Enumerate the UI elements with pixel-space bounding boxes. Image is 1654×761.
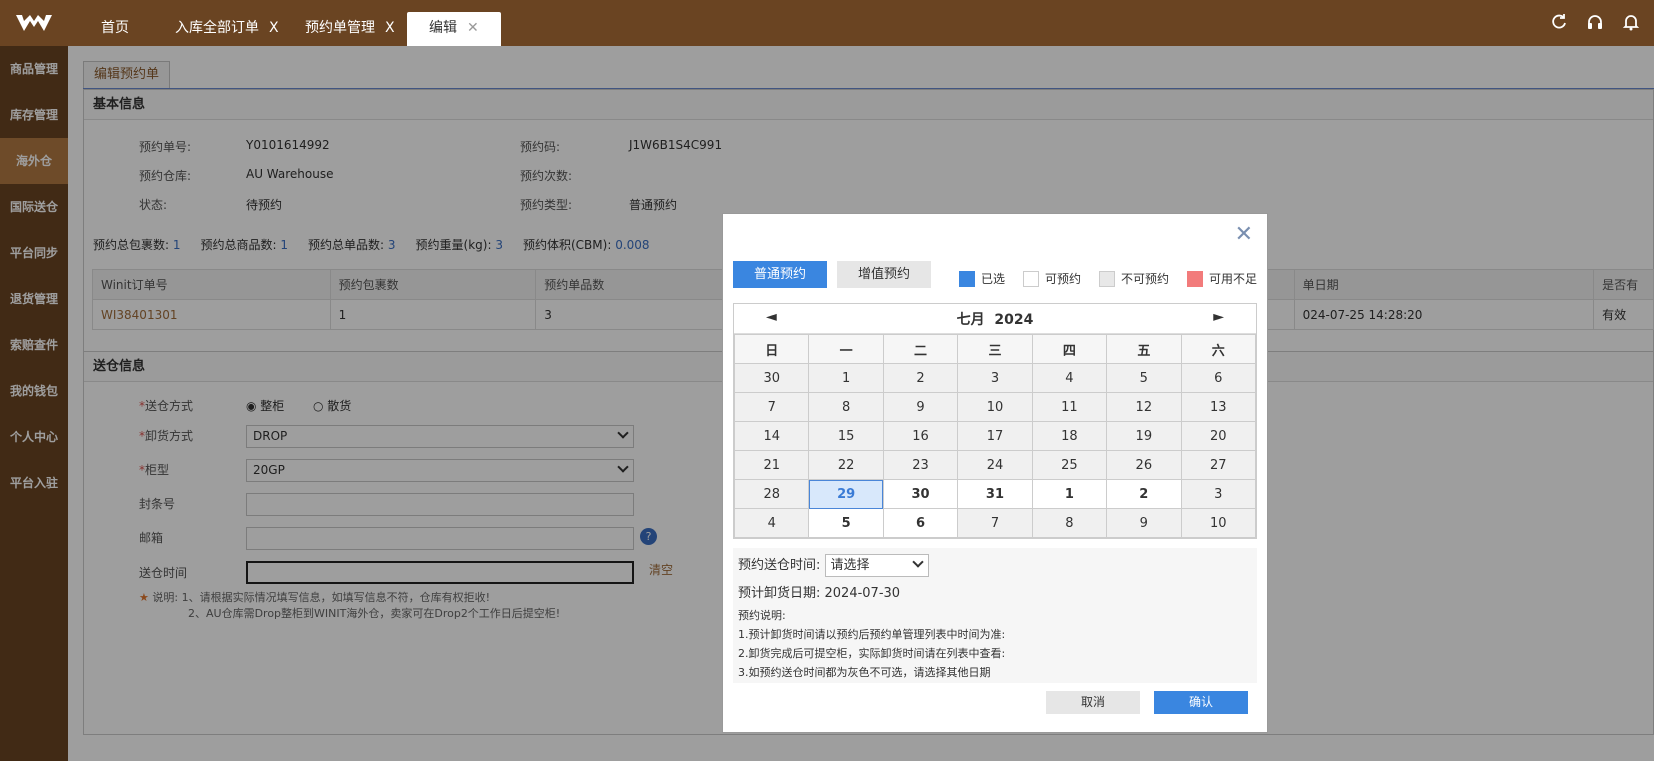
calendar-month-title: 七月 2024 xyxy=(956,312,1034,328)
reservation-details: 预约送仓时间: 请选择 预计卸货日期: 2024-07-30 预约说明: 1.预… xyxy=(733,548,1257,683)
tab-normal-reservation[interactable]: 普通预约 xyxy=(733,261,827,288)
weekday-label: 六 xyxy=(1180,334,1257,364)
calendar-day[interactable]: 15 xyxy=(808,421,884,451)
logo[interactable] xyxy=(0,0,68,46)
weekday-label: 四 xyxy=(1031,334,1108,364)
tab-inbound-orders[interactable]: 入库全部订单 X xyxy=(175,12,279,46)
note-item: 1.预计卸货时间请以预约后预约单管理列表中时间为准: xyxy=(738,628,1006,641)
calendar-day[interactable]: 12 xyxy=(1106,392,1182,422)
calendar-day[interactable]: 9 xyxy=(882,392,959,422)
calendar-day[interactable]: 7 xyxy=(733,392,810,422)
calendar-day-available[interactable]: 6 xyxy=(882,508,959,538)
legend-swatch-insufficient xyxy=(1187,270,1204,287)
calendar-day[interactable]: 5 xyxy=(1106,363,1182,393)
calendar-week: 14 15 16 17 18 19 20 xyxy=(733,421,1257,451)
calendar-day[interactable]: 28 xyxy=(733,479,810,509)
calendar-day-available[interactable]: 1 xyxy=(1031,479,1108,509)
time-select[interactable]: 请选择 xyxy=(824,554,929,577)
confirm-button[interactable]: 确认 xyxy=(1154,691,1248,714)
calendar-week: 4 5 6 7 8 9 10 xyxy=(733,508,1257,538)
calendar-day-available[interactable]: 31 xyxy=(957,479,1033,509)
calendar-day[interactable]: 4 xyxy=(733,508,810,538)
calendar-day[interactable]: 25 xyxy=(1031,450,1108,480)
weekday-row: 日 一 二 三 四 五 六 xyxy=(733,334,1257,364)
headset-icon[interactable] xyxy=(1586,13,1604,31)
note-item: 3.如预约送仓时间都为灰色不可选，请选择其他日期 xyxy=(738,666,991,679)
calendar-day[interactable]: 4 xyxy=(1031,363,1108,393)
calendar-day[interactable]: 2 xyxy=(882,363,959,393)
calendar-day[interactable]: 8 xyxy=(808,392,884,422)
calendar-day[interactable]: 7 xyxy=(957,508,1033,538)
calendar-day[interactable]: 26 xyxy=(1106,450,1182,480)
legend-swatch-selected xyxy=(959,270,975,287)
calendar: ◄ 七月 2024 ► 日 一 二 三 四 五 六 30 1 2 3 4 5 6 xyxy=(733,303,1257,539)
close-icon[interactable]: ✕ xyxy=(1235,222,1253,247)
weekday-label: 一 xyxy=(808,334,884,364)
calendar-day-selected[interactable]: 29 xyxy=(808,479,884,509)
refresh-icon[interactable] xyxy=(1550,13,1568,31)
calendar-day[interactable]: 10 xyxy=(1180,508,1257,538)
tab-home[interactable]: 首页 xyxy=(101,12,129,46)
calendar-week: 28 29 30 31 1 2 3 xyxy=(733,479,1257,509)
calendar-day[interactable]: 3 xyxy=(957,363,1033,393)
calendar-day[interactable]: 3 xyxy=(1180,479,1257,509)
weekday-label: 二 xyxy=(882,334,959,364)
legend-swatch-unavailable xyxy=(1099,270,1116,287)
calendar-day[interactable]: 19 xyxy=(1106,421,1182,451)
calendar-day[interactable]: 18 xyxy=(1031,421,1108,451)
unload-date: 预计卸货日期: 2024-07-30 xyxy=(738,586,901,601)
tab-edit[interactable]: 编辑 ✕ xyxy=(407,12,501,46)
calendar-day[interactable]: 22 xyxy=(808,450,884,480)
calendar-day[interactable]: 27 xyxy=(1180,450,1257,480)
weekday-label: 五 xyxy=(1106,334,1182,364)
reservation-calendar-dialog: ✕ 普通预约 增值预约 已选 可预约 不可预约 可用不足 ◄ 七月 2024 ►… xyxy=(722,213,1268,733)
calendar-day[interactable]: 10 xyxy=(957,392,1033,422)
calendar-day[interactable]: 17 xyxy=(957,421,1033,451)
calendar-day[interactable]: 16 xyxy=(882,421,959,451)
calendar-day[interactable]: 14 xyxy=(733,421,810,451)
calendar-header: ◄ 七月 2024 ► xyxy=(734,304,1256,334)
notes-title: 预约说明: xyxy=(738,609,786,622)
calendar-day-available[interactable]: 2 xyxy=(1106,479,1182,509)
calendar-day[interactable]: 24 xyxy=(957,450,1033,480)
calendar-day[interactable]: 1 xyxy=(808,363,884,393)
close-icon[interactable]: X xyxy=(385,20,395,36)
calendar-day-available[interactable]: 30 xyxy=(882,479,959,509)
tab-value-added-reservation[interactable]: 增值预约 xyxy=(837,261,931,288)
legend: 已选 可预约 不可预约 可用不足 xyxy=(959,270,1257,287)
chevron-down-icon xyxy=(911,556,924,568)
time-select-row: 预约送仓时间: 请选择 xyxy=(738,554,1252,580)
close-icon[interactable]: X xyxy=(269,20,279,36)
note-item: 2.卸货完成后可提空柜，实际卸货时间请在列表中查看: xyxy=(738,647,1006,660)
top-bar: 首页 入库全部订单 X 预约单管理 X 编辑 ✕ xyxy=(0,0,1654,46)
calendar-week: 21 22 23 24 25 26 27 xyxy=(733,450,1257,480)
calendar-day[interactable]: 30 xyxy=(733,363,810,393)
calendar-day[interactable]: 23 xyxy=(882,450,959,480)
calendar-day[interactable]: 11 xyxy=(1031,392,1108,422)
calendar-week: 30 1 2 3 4 5 6 xyxy=(733,363,1257,393)
time-select-label: 预约送仓时间: xyxy=(738,558,821,573)
calendar-week: 7 8 9 10 11 12 13 xyxy=(733,392,1257,422)
cancel-button[interactable]: 取消 xyxy=(1046,691,1140,714)
tab-reservation-management[interactable]: 预约单管理 X xyxy=(305,12,395,46)
weekday-label: 三 xyxy=(957,334,1033,364)
weekday-label: 日 xyxy=(733,334,810,364)
calendar-day[interactable]: 21 xyxy=(733,450,810,480)
bell-icon[interactable] xyxy=(1622,13,1640,31)
calendar-day[interactable]: 13 xyxy=(1180,392,1257,422)
calendar-day[interactable]: 6 xyxy=(1180,363,1257,393)
calendar-day[interactable]: 20 xyxy=(1180,421,1257,451)
calendar-day[interactable]: 9 xyxy=(1106,508,1182,538)
calendar-day[interactable]: 8 xyxy=(1031,508,1108,538)
calendar-grid: 日 一 二 三 四 五 六 30 1 2 3 4 5 6 7 8 9 10 11… xyxy=(733,334,1257,538)
close-icon[interactable]: ✕ xyxy=(467,20,479,36)
calendar-day-available[interactable]: 5 xyxy=(808,508,884,538)
top-icons xyxy=(1550,13,1640,31)
next-month-icon[interactable]: ► xyxy=(1213,309,1224,325)
legend-swatch-available xyxy=(1023,270,1040,287)
